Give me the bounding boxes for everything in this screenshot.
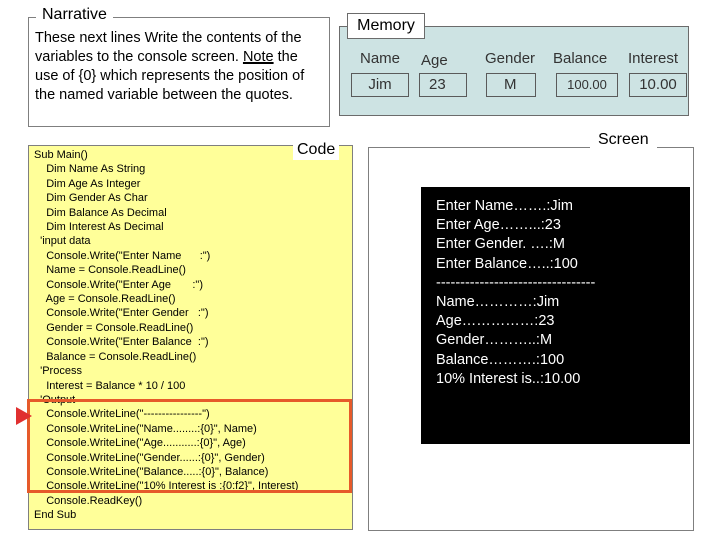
memory-value-balance: 100.00 xyxy=(556,73,618,97)
memory-title: Memory xyxy=(347,13,425,39)
console-line: Gender………..:M xyxy=(436,332,553,349)
code-line: Dim Interest As Decimal xyxy=(34,221,164,234)
memory-header-gender: Gender xyxy=(485,50,536,67)
console-line: Name…………:Jim xyxy=(436,294,560,311)
code-title: Code xyxy=(293,140,340,160)
console-line: Enter Name…….:Jim xyxy=(436,198,573,214)
memory-header-name: Name xyxy=(360,50,401,67)
console-window: Enter Name…….:Jim Enter Age……...:23 Ente… xyxy=(421,187,690,444)
console-line: --------------------------------- xyxy=(436,274,596,291)
code-line: Dim Balance As Decimal xyxy=(34,206,167,219)
code-line: End Sub xyxy=(34,509,77,522)
code-line: Sub Main() xyxy=(34,149,88,161)
memory-panel xyxy=(339,26,689,116)
memory-value-age: 23 xyxy=(419,73,467,97)
code-line: Console.Write("Enter Gender :") xyxy=(34,307,209,320)
memory-value-interest: 10.00 xyxy=(629,73,687,97)
console-line: Age……………:23 xyxy=(436,313,555,330)
output-highlight-box xyxy=(27,399,352,493)
code-line: Balance = Console.ReadLine() xyxy=(34,350,197,363)
code-line: 'input data xyxy=(34,235,91,248)
console-line: 10% Interest is..:10.00 xyxy=(436,370,581,387)
code-line: Console.Write("Enter Age :") xyxy=(34,278,204,291)
memory-header-age: Age xyxy=(421,52,448,69)
narrative-note-word: Note xyxy=(242,49,274,65)
code-line: Interest = Balance * 10 / 100 xyxy=(34,379,186,392)
screen-title: Screen xyxy=(590,130,657,150)
current-line-pointer-icon xyxy=(16,407,32,425)
console-line: Balance……….:100 xyxy=(436,351,565,368)
console-line: Enter Balance…..:100 xyxy=(436,255,578,272)
code-line: Name = Console.ReadLine() xyxy=(34,264,186,277)
code-line: Console.Write("Enter Balance :") xyxy=(34,336,209,349)
memory-value-gender: M xyxy=(486,73,536,97)
code-line: Dim Age As Integer xyxy=(34,177,141,190)
code-line: Age = Console.ReadLine() xyxy=(34,293,176,306)
memory-header-interest: Interest xyxy=(628,50,679,67)
narrative-title: Narrative xyxy=(36,6,113,24)
code-line: Dim Name As String xyxy=(34,163,146,176)
code-line: Dim Gender As Char xyxy=(34,192,148,205)
memory-header-balance: Balance xyxy=(553,50,608,67)
console-line: Enter Age……...:23 xyxy=(436,217,561,234)
memory-value-name: Jim xyxy=(351,73,409,97)
console-line: Enter Gender. ….:M xyxy=(436,236,565,253)
code-line: 'Process xyxy=(34,365,82,378)
code-line: Console.ReadKey() xyxy=(34,494,143,507)
narrative-text: These next lines Write the contents of t… xyxy=(35,29,325,105)
code-line: Console.Write("Enter Name :") xyxy=(34,249,211,262)
code-line: Gender = Console.ReadLine() xyxy=(34,321,194,334)
